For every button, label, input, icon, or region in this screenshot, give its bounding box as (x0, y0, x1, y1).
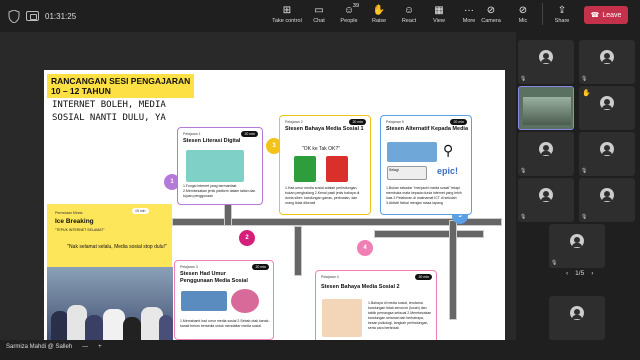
participant-tile-self[interactable] (549, 296, 605, 340)
participant-tile[interactable]: 🎙 (518, 178, 574, 222)
avatar-icon (539, 188, 553, 202)
raise-hand-icon: ✋ (582, 90, 591, 97)
avatar-icon (600, 96, 614, 110)
react-icon: ☺ (403, 5, 415, 16)
shield-icon (8, 9, 20, 23)
gallery-page-indicator: 1/5 (575, 270, 585, 277)
presenter-name-tag: Sarmiza Mahdi @ Salleh — + (6, 344, 102, 350)
step-node-4: 4 (357, 240, 373, 256)
chat-button[interactable]: ▭ Chat (304, 3, 334, 24)
time-badge: 20 min (415, 274, 432, 280)
participant-tile[interactable]: 🎙 (579, 178, 635, 222)
take-control-button[interactable]: ⊞ Take control (270, 3, 304, 24)
raise-hand-icon: ✋ (372, 5, 386, 16)
not-ok-phone-illustration (326, 156, 348, 182)
shared-screen-stage: RANCANGAN SESI PENGAJARAN 10 – 12 TAHUN … (0, 32, 516, 350)
danger-illustration (322, 299, 362, 337)
camera-off-icon: ⊘ (486, 5, 496, 16)
mic-off-icon: 🎙 (520, 168, 527, 174)
mic-off-icon: 🎙 (581, 214, 588, 220)
participant-tile[interactable]: 🎙 (518, 40, 574, 84)
slide-subtitle: INTERNET BOLEH, MEDIA SOSIAL NANTI DULU,… (52, 100, 166, 123)
participant-tile[interactable]: ✋ (579, 86, 635, 130)
gallery-pager: ‹ 1/5 › (566, 270, 593, 277)
meeting-toolbar: 01:31:25 ⊞ Take control ▭ Chat ☺ 39 Peopl… (0, 0, 640, 32)
lesson-card-bahaya-2: Pelajaran 4 20 min Stesen Bahaya Media S… (315, 270, 437, 348)
avatar-icon (570, 234, 584, 248)
leave-button[interactable]: ☎ Leave (584, 6, 628, 24)
participant-tile[interactable]: 🎙 (549, 224, 605, 268)
mic-off-icon: 🎙 (520, 76, 527, 82)
mic-off-icon: 🎙 (581, 76, 588, 82)
plus-icon[interactable]: + (98, 344, 102, 350)
people-icon: ☺ 39 (343, 3, 360, 16)
time-badge: 20 min (349, 119, 366, 125)
participant-tile-video[interactable] (518, 86, 574, 130)
presenter-name: Sarmiza Mahdi @ Salleh (6, 344, 73, 350)
share-icon: ⇪ (557, 5, 567, 16)
raise-hand-button[interactable]: ✋ Raise (364, 3, 394, 24)
participant-tile[interactable]: 🎙 (518, 132, 574, 176)
camera-button[interactable]: ⊘ Camera (474, 3, 508, 24)
avatar-icon (539, 50, 553, 64)
lesson-card-literasi: Pelajaran 1 20 min Stesen Literasi Digit… (177, 127, 263, 205)
participant-tile[interactable]: 🎙 (579, 132, 635, 176)
brain-illustration (231, 289, 259, 313)
phone-hangup-icon: ☎ (590, 12, 600, 19)
classroom-photo (47, 267, 173, 345)
more-icon: ··· (464, 5, 474, 16)
avatar-icon (600, 188, 614, 202)
slide-title: RANCANGAN SESI PENGAJARAN 10 – 12 TAHUN (47, 74, 195, 98)
video-feed (523, 97, 571, 125)
meeting-timer: 01:31:25 (45, 11, 77, 21)
participant-gallery: 🎙 🎙 ✋ 🎙 🎙 🎙 🎙 🎙 (516, 32, 640, 340)
chat-icon: ▭ (314, 5, 324, 16)
mic-off-icon: 🎙 (581, 168, 588, 174)
avatar-icon (600, 50, 614, 64)
people-button[interactable]: ☺ 39 People (334, 3, 364, 24)
media-illustration (181, 291, 227, 311)
magnifier-icon: ⚲ (443, 142, 454, 158)
road-path (449, 220, 457, 320)
take-control-icon: ⊞ (282, 5, 292, 16)
mic-off-icon: ⊘ (518, 5, 528, 16)
time-badge: 20 min (450, 119, 467, 125)
layout-icon[interactable] (26, 11, 39, 21)
reading-illustration (387, 142, 437, 162)
chevron-right-icon[interactable]: › (591, 270, 593, 277)
bottom-bar: Sarmiza Mahdi @ Salleh — + (0, 340, 640, 360)
toolbar-divider (542, 3, 543, 25)
presentation-slide: RANCANGAN SESI PENGAJARAN 10 – 12 TAHUN … (44, 70, 505, 350)
time-badge: 20 min (252, 264, 269, 270)
minus-icon[interactable]: — (82, 344, 88, 350)
lesson-card-alternatif: Pelajaran 5 20 min Stesen Alternatif Kep… (380, 115, 472, 215)
ok-phone-illustration (294, 156, 316, 182)
road-path (374, 230, 484, 238)
avatar-icon (570, 306, 584, 320)
digital-literacy-illustration (186, 150, 244, 182)
avatar-icon (600, 142, 614, 156)
view-button[interactable]: ▦ View (424, 3, 454, 24)
mic-button[interactable]: ⊘ Mic (508, 3, 538, 24)
chevron-left-icon[interactable]: ‹ (566, 270, 568, 277)
ice-time-badge: 15 min (132, 208, 149, 214)
people-count-badge: 39 (352, 3, 360, 9)
search-screen: Selagi (387, 166, 427, 180)
epic-logo: epic! (437, 166, 459, 176)
avatar-icon (539, 142, 553, 156)
step-node-2: 2 (239, 230, 255, 246)
react-button[interactable]: ☺ React (394, 3, 424, 24)
participant-tile[interactable]: 🎙 (579, 40, 635, 84)
time-badge: 20 min (241, 131, 258, 137)
share-button[interactable]: ⇪ Share (547, 3, 577, 24)
lesson-card-had-umur: Pelajaran 3 20 min Stesen Had Umur Pengg… (174, 260, 274, 340)
view-icon: ▦ (434, 5, 444, 16)
lesson-card-bahaya-1: Pelajaran 2 20 min Stesen Bahaya Media S… (279, 115, 371, 215)
road-path (294, 226, 302, 276)
mic-off-icon: 🎙 (551, 260, 558, 266)
mic-off-icon: 🎙 (520, 214, 527, 220)
